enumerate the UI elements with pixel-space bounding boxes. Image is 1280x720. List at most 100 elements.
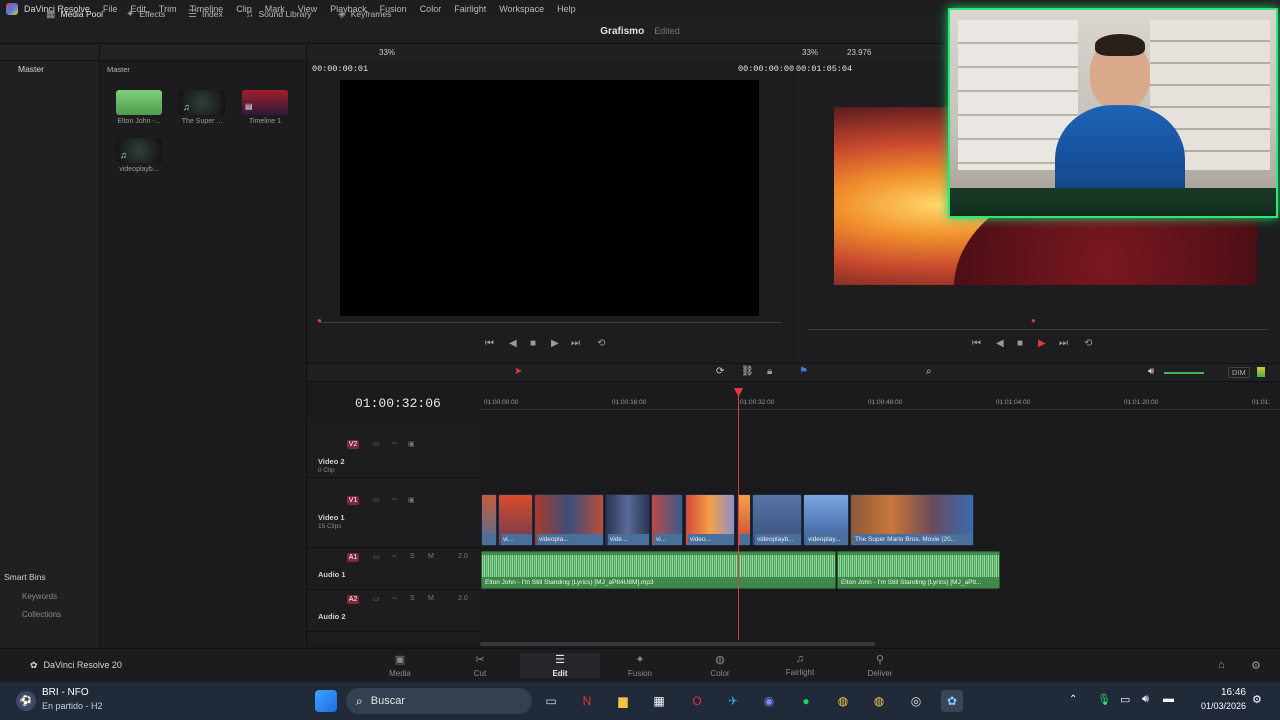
- widget-title[interactable]: BRI - NFO: [42, 687, 89, 698]
- program-stop-icon[interactable]: ■: [1017, 338, 1023, 349]
- track-tag[interactable]: A1: [347, 553, 359, 562]
- telegram-icon[interactable]: ✈: [722, 690, 744, 712]
- menu-color[interactable]: Color: [420, 4, 442, 14]
- video-clip[interactable]: [481, 494, 497, 546]
- selection-tool-icon[interactable]: ➤: [514, 366, 522, 377]
- video-clip[interactable]: video...: [685, 494, 735, 546]
- menu-help[interactable]: Help: [557, 4, 576, 14]
- smart-bin-keywords[interactable]: Keywords: [22, 592, 57, 601]
- program-last-frame-icon[interactable]: ⏭: [1059, 338, 1068, 349]
- source-scrubber[interactable]: [320, 322, 782, 323]
- tab-cut[interactable]: ✂ Cut: [455, 653, 505, 678]
- mute-button[interactable]: M: [428, 553, 434, 560]
- speaker-icon[interactable]: 🔊︎: [1142, 693, 1149, 706]
- menu-file[interactable]: File: [103, 4, 118, 14]
- auto-select-icon[interactable]: ⇔: [391, 496, 398, 503]
- timeline-playhead[interactable]: [738, 390, 739, 640]
- snapping-icon[interactable]: ⟳: [716, 366, 724, 377]
- lock-track-icon[interactable]: ▭: [373, 496, 380, 504]
- track-tag[interactable]: V2: [347, 440, 359, 449]
- auto-select-icon[interactable]: ⇔: [391, 595, 398, 602]
- sound-library-button[interactable]: ♫ Sound Library: [246, 6, 311, 22]
- linked-selection-icon[interactable]: ⛓: [741, 366, 754, 377]
- video-clip[interactable]: The Super Mario Bros. Movie (20...: [850, 494, 974, 546]
- chrome-icon[interactable]: ◍: [832, 690, 854, 712]
- opera-icon[interactable]: O: [686, 690, 708, 712]
- solo-button[interactable]: S: [410, 595, 415, 602]
- track-header-v2[interactable]: V2 Video 2 0 Clip ▭ ⇔ ▣: [307, 434, 480, 478]
- discord-icon[interactable]: ◉: [758, 690, 780, 712]
- obs-icon[interactable]: ◎: [905, 690, 927, 712]
- lock-track-icon[interactable]: ▭: [373, 440, 380, 448]
- video-clip[interactable]: [737, 494, 751, 546]
- source-play-icon[interactable]: ▶: [551, 338, 559, 349]
- solo-button[interactable]: S: [410, 553, 415, 560]
- source-playhead-icon[interactable]: ●: [317, 316, 322, 325]
- store-icon[interactable]: ▦: [648, 690, 670, 712]
- source-stop-icon[interactable]: ■: [530, 338, 536, 349]
- effects-button[interactable]: ✦ Effects: [126, 6, 165, 22]
- chrome-profile-icon[interactable]: ◍: [868, 690, 890, 712]
- lock-track-icon[interactable]: ▭: [373, 595, 380, 603]
- media-pool-button[interactable]: ▦ Media Pool: [46, 6, 103, 22]
- netflix-icon[interactable]: N: [576, 690, 598, 712]
- tab-media[interactable]: ▣ Media: [375, 653, 425, 678]
- network-icon[interactable]: ▭: [1120, 693, 1130, 706]
- index-button[interactable]: ☰ Index: [188, 6, 223, 22]
- source-first-frame-icon[interactable]: ⏮: [485, 338, 494, 349]
- tab-edit[interactable]: ☰ Edit: [520, 653, 600, 678]
- lock-icon[interactable]: 🔒︎: [767, 366, 772, 377]
- clock-date[interactable]: 01/03/2026: [1184, 701, 1246, 711]
- menu-workspace[interactable]: Workspace: [499, 4, 544, 14]
- program-play-icon[interactable]: ▶: [1038, 338, 1046, 349]
- keyframes-button[interactable]: ◈ Keyframes: [338, 6, 391, 22]
- flag-icon[interactable]: ⚑: [799, 366, 808, 377]
- davinci-taskbar-icon[interactable]: ✿: [941, 690, 963, 712]
- program-first-frame-icon[interactable]: ⏮: [972, 338, 981, 349]
- taskbar-search[interactable]: ⌕ Buscar: [346, 688, 532, 714]
- program-scrubber[interactable]: [808, 329, 1268, 330]
- mute-button[interactable]: M: [428, 595, 434, 602]
- track-header-a1[interactable]: A1 Audio 1 ▭ ⇔ S M 2.0: [307, 550, 480, 590]
- file-explorer-icon[interactable]: ▆: [612, 690, 634, 712]
- program-loop-icon[interactable]: ⟲: [1084, 338, 1092, 349]
- source-loop-icon[interactable]: ⟲: [597, 338, 605, 349]
- task-view-icon[interactable]: ▭: [540, 690, 562, 712]
- spotify-icon[interactable]: ●: [795, 690, 817, 712]
- tray-chevron-icon[interactable]: ⌃: [1069, 694, 1077, 705]
- tab-fusion[interactable]: ✦ Fusion: [615, 653, 665, 678]
- timeline-timecode[interactable]: 01:00:32:06: [355, 396, 441, 411]
- track-enable-icon[interactable]: ▣: [408, 496, 415, 504]
- tab-fairlight[interactable]: ♫ Fairlight: [775, 653, 825, 677]
- settings-gear-icon[interactable]: ⚙: [1251, 659, 1261, 672]
- home-icon[interactable]: ⌂: [1218, 659, 1225, 671]
- program-playhead-icon[interactable]: ●: [1031, 316, 1036, 325]
- clock-time[interactable]: 16:46: [1192, 687, 1246, 698]
- source-last-frame-icon[interactable]: ⏭: [571, 338, 580, 349]
- auto-select-icon[interactable]: ⇔: [391, 440, 398, 447]
- smart-bin-collections[interactable]: Collections: [22, 610, 61, 619]
- timeline-scrollbar[interactable]: [480, 642, 875, 646]
- audio-clip[interactable]: Elton John - I'm Still Standing (Lyrics)…: [481, 551, 836, 589]
- track-tag[interactable]: V1: [347, 496, 359, 505]
- tab-deliver[interactable]: ⚲ Deliver: [855, 653, 905, 678]
- program-reverse-icon[interactable]: ◀: [996, 338, 1004, 349]
- track-enable-icon[interactable]: ▣: [408, 440, 415, 448]
- zoom-icon[interactable]: ⌕: [926, 366, 932, 377]
- tab-color[interactable]: ◍ Color: [695, 653, 745, 678]
- video-clip[interactable]: videoplayb...: [752, 494, 802, 546]
- track-header-v1[interactable]: V1 Video 1 15 Clips ▭ ⇔ ▣: [307, 490, 480, 548]
- lock-track-icon[interactable]: ▭: [373, 553, 380, 561]
- video-clip[interactable]: videoplay...: [803, 494, 849, 546]
- menu-fairlight[interactable]: Fairlight: [454, 4, 486, 14]
- video-clip[interactable]: videopla...: [534, 494, 604, 546]
- microphone-icon[interactable]: 🎙︎: [1097, 693, 1111, 706]
- windows-start-icon[interactable]: [315, 690, 337, 712]
- auto-select-icon[interactable]: ⇔: [391, 553, 398, 560]
- video-clip[interactable]: vi...: [651, 494, 683, 546]
- bin-master[interactable]: Master: [18, 64, 44, 74]
- source-reverse-icon[interactable]: ◀: [509, 338, 517, 349]
- media-item-elton[interactable]: [116, 90, 162, 115]
- battery-icon[interactable]: ▬: [1163, 693, 1174, 705]
- dim-button[interactable]: DIM: [1228, 367, 1250, 378]
